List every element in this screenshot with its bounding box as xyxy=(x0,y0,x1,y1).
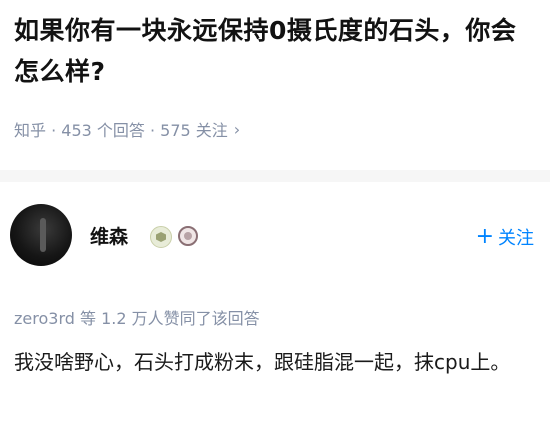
follow-button[interactable]: + 关注 xyxy=(474,220,536,254)
ring-badge-icon[interactable] xyxy=(178,226,198,246)
avatar[interactable] xyxy=(10,204,72,266)
follow-label: 关注 xyxy=(498,228,534,249)
hexagon-badge-icon[interactable] xyxy=(150,226,172,248)
section-divider xyxy=(0,170,550,182)
author-name[interactable]: 维森 xyxy=(90,222,128,249)
author-row: 维森 + 关注 xyxy=(0,200,550,270)
zhihu-answer-page: 如果你有一块永远保持0摄氏度的石头，你会怎么样? 知乎 · 453 个回答 · … xyxy=(0,0,550,423)
question-title[interactable]: 如果你有一块永远保持0摄氏度的石头，你会怎么样? xyxy=(14,10,534,92)
endorsement-text[interactable]: zero3rd 等 1.2 万人赞同了该回答 xyxy=(14,305,260,329)
question-meta[interactable]: 知乎 · 453 个回答 · 575 关注 › xyxy=(14,117,240,141)
answer-body[interactable]: 我没啥野心，石头打成粉末，跟硅脂混一起，抹cpu上。 xyxy=(14,345,542,379)
question-meta-text: 知乎 · 453 个回答 · 575 关注 xyxy=(14,121,228,140)
avatar-figure xyxy=(40,218,46,252)
chevron-right-icon: › xyxy=(233,119,241,139)
plus-icon: + xyxy=(475,224,494,249)
